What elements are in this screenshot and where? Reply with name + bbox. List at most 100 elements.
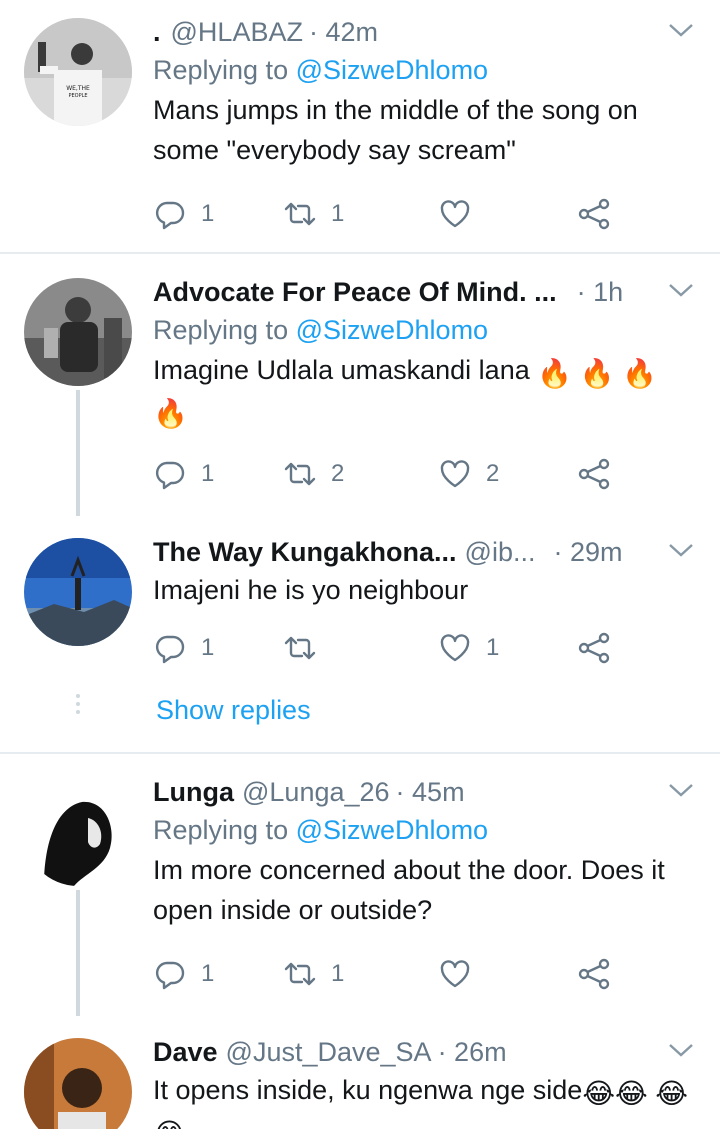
reply-count: 1 xyxy=(201,634,215,661)
like-count: 1 xyxy=(486,634,500,661)
caret-down-icon[interactable] xyxy=(666,540,696,560)
avatar[interactable] xyxy=(24,278,132,386)
retweet-button[interactable]: 2 xyxy=(283,454,344,494)
tweet-hlabaz[interactable]: WE,THE PEOPLE . @HLABAZ · 42m Replying t… xyxy=(0,0,720,252)
mention-link[interactable]: @SizweDhlomo xyxy=(296,315,488,345)
tweet-text: Mans jumps in the middle of the song on … xyxy=(153,95,638,165)
fire-emoji: 🔥 xyxy=(153,398,188,429)
like-count: 2 xyxy=(486,460,500,487)
reply-icon xyxy=(155,201,185,230)
thread-line xyxy=(76,390,80,516)
reply-count: 1 xyxy=(201,460,215,487)
divider xyxy=(0,752,720,754)
caret-down-icon[interactable] xyxy=(666,280,696,300)
caret-down-icon[interactable] xyxy=(666,1040,696,1060)
retweet-button[interactable]: 1 xyxy=(283,194,344,234)
share-icon xyxy=(578,958,610,990)
like-button[interactable]: 1 xyxy=(438,628,499,668)
tweet-text: Imajeni he is yo neighbour xyxy=(153,575,469,605)
caret-down-icon[interactable] xyxy=(666,780,696,800)
reply-button[interactable]: 1 xyxy=(153,628,214,668)
tweet-dave[interactable]: Dave @Just_Dave_SA · 26m It opens inside… xyxy=(0,1016,720,1129)
share-button[interactable] xyxy=(577,194,611,234)
thread-line xyxy=(76,890,80,1016)
share-icon xyxy=(578,632,610,664)
tweet-header: The Way Kungakhona... @ib... · 29m xyxy=(153,534,696,570)
handle[interactable]: @Just_Dave_SA xyxy=(226,1034,432,1070)
reply-button[interactable]: 1 xyxy=(153,454,214,494)
tweet-header: Advocate For Peace Of Mind. ... · 1h xyxy=(153,274,696,310)
reply-button[interactable]: 1 xyxy=(153,954,214,994)
display-name[interactable]: . xyxy=(153,14,161,50)
timestamp[interactable]: · 26m xyxy=(438,1034,507,1070)
share-button[interactable] xyxy=(577,454,611,494)
share-icon xyxy=(578,458,610,490)
tweet-header: Lunga @Lunga_26 · 45m xyxy=(153,774,696,810)
laughing-emoji: 😂 xyxy=(615,1078,648,1109)
like-icon xyxy=(440,460,470,488)
divider xyxy=(0,252,720,254)
tweet-advocate[interactable]: Advocate For Peace Of Mind. ... · 1h Rep… xyxy=(0,256,720,516)
retweet-count: 1 xyxy=(331,200,345,227)
retweet-button[interactable]: 1 xyxy=(283,954,344,994)
share-button[interactable] xyxy=(577,628,611,668)
tweet-text: It opens inside, ku ngenwa nge side😂😂 😂😂 xyxy=(153,1070,696,1129)
like-icon xyxy=(440,200,470,228)
laughing-emoji: 😂 xyxy=(153,1118,186,1129)
caret-down-icon[interactable] xyxy=(666,20,696,40)
timestamp[interactable]: · 1h xyxy=(577,274,624,310)
tweet-text-body: Imagine Udlala umaskandi lana xyxy=(153,355,530,385)
tweet-kungakhona[interactable]: The Way Kungakhona... @ib... · 29m Imaje… xyxy=(0,516,720,752)
handle[interactable]: @Lunga_26 xyxy=(242,774,390,810)
handle[interactable]: @ib... xyxy=(465,534,536,570)
tweet-text-body: It opens inside, ku ngenwa nge side xyxy=(153,1075,583,1105)
laughing-emoji: 😂 xyxy=(655,1078,688,1109)
like-button[interactable]: 2 xyxy=(438,454,499,494)
tweet-header: Dave @Just_Dave_SA · 26m xyxy=(153,1034,696,1070)
tweet-text: Imagine Udlala umaskandi lana 🔥 🔥 🔥 🔥 xyxy=(153,350,696,430)
show-replies-link[interactable]: Show replies xyxy=(156,692,311,728)
tweet-actions: 1 1 xyxy=(153,194,633,234)
retweet-count: 1 xyxy=(331,960,345,987)
replying-to: Replying to @SizweDhlomo xyxy=(153,310,696,350)
display-name[interactable]: Lunga xyxy=(153,774,234,810)
mention-link[interactable]: @SizweDhlomo xyxy=(296,815,488,845)
avatar[interactable] xyxy=(24,538,132,646)
tweet-text: Im more concerned about the door. Does i… xyxy=(153,855,665,925)
mention-link[interactable]: @SizweDhlomo xyxy=(296,55,488,85)
reply-button[interactable]: 1 xyxy=(153,194,214,234)
timestamp[interactable]: · 29m xyxy=(553,534,622,570)
retweet-icon xyxy=(284,636,316,660)
share-icon xyxy=(578,198,610,230)
like-button[interactable] xyxy=(438,954,486,994)
svg-text:WE,THE: WE,THE xyxy=(66,85,90,92)
like-icon xyxy=(440,960,470,988)
avatar[interactable] xyxy=(24,778,132,886)
fire-emoji: 🔥 xyxy=(579,358,615,389)
fire-emoji: 🔥 xyxy=(537,358,573,389)
reply-icon xyxy=(155,635,185,664)
display-name[interactable]: The Way Kungakhona... xyxy=(153,534,457,570)
laughing-emoji: 😂 xyxy=(582,1078,616,1109)
tweet-actions: 1 1 xyxy=(153,954,633,994)
retweet-icon xyxy=(284,202,316,226)
avatar[interactable]: WE,THE PEOPLE xyxy=(24,18,132,126)
timestamp[interactable]: · 45m xyxy=(396,774,465,810)
reply-count: 1 xyxy=(201,960,215,987)
retweet-icon xyxy=(284,462,316,486)
retweet-button[interactable] xyxy=(283,628,331,668)
display-name[interactable]: Advocate For Peace Of Mind. ... xyxy=(153,274,557,310)
like-button[interactable] xyxy=(438,194,486,234)
reply-icon xyxy=(155,461,185,490)
share-button[interactable] xyxy=(577,954,611,994)
retweet-icon xyxy=(284,962,316,986)
tweet-lunga[interactable]: Lunga @Lunga_26 · 45m Replying to @Sizwe… xyxy=(0,756,720,1016)
avatar[interactable] xyxy=(24,1038,132,1129)
replying-to-label: Replying to xyxy=(153,315,289,345)
handle[interactable]: @HLABAZ xyxy=(171,14,303,50)
timestamp[interactable]: · 42m xyxy=(309,14,378,50)
replying-to: Replying to @SizweDhlomo xyxy=(153,810,696,850)
tweet-actions: 1 2 2 xyxy=(153,454,633,494)
display-name[interactable]: Dave xyxy=(153,1034,218,1070)
fire-emoji: 🔥 xyxy=(622,358,657,389)
